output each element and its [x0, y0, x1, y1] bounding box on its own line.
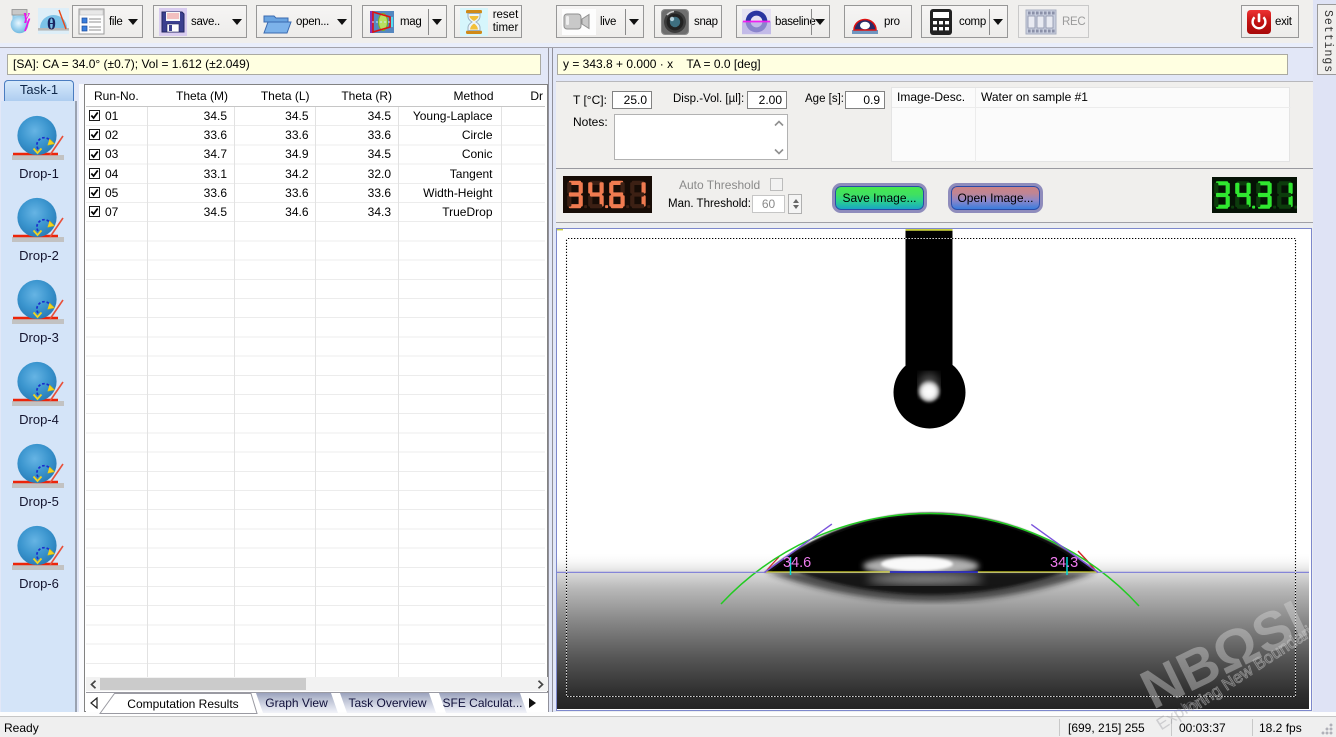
svg-text:θ: θ: [47, 15, 56, 34]
svg-text:34.3: 34.3: [1050, 555, 1078, 571]
svg-text:γ: γ: [24, 8, 31, 24]
svg-text:Computation Results: Computation Results: [127, 697, 238, 711]
svg-text:34.6: 34.6: [783, 555, 811, 571]
